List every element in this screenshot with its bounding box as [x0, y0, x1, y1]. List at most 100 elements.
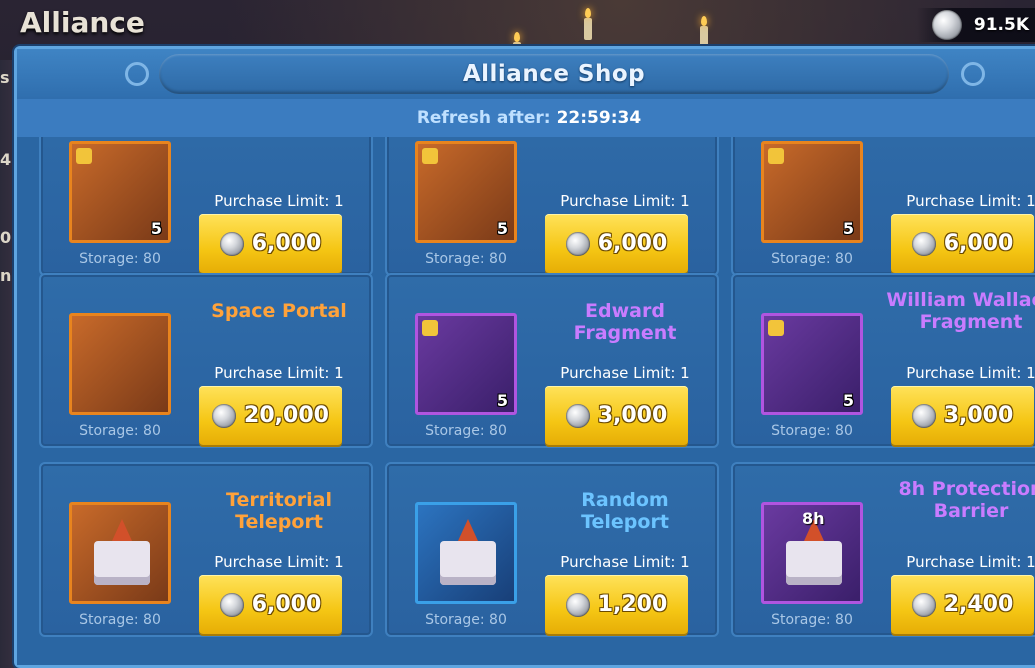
item-name: Space Portal — [211, 300, 347, 322]
shop-item-card[interactable]: 8h Storage: 80 8h Protection Barrier Purcha… — [731, 462, 1035, 637]
buy-button[interactable]: 6,000 — [545, 214, 688, 273]
alliance-credit-coin-icon — [565, 231, 590, 256]
shop-title-bar: Alliance Shop — [159, 54, 949, 94]
shop-item-grid[interactable]: 5Storage: 80FragmentPurchase Limit: 16,0… — [17, 137, 1035, 665]
shop-item-card[interactable]: Storage: 80 Random Teleport Purchase Limit… — [385, 462, 719, 637]
price-value: 6,000 — [597, 231, 668, 256]
price-value: 3,000 — [943, 403, 1014, 428]
puzzle-piece-icon — [422, 320, 438, 336]
purchase-limit: Purchase Limit: 1 — [560, 553, 690, 571]
storage-label: Storage: 80 — [771, 251, 853, 267]
alliance-shop-panel: Alliance Shop Refresh after: 22:59:34 5 S… — [14, 46, 1035, 668]
item-count: 5 — [150, 219, 162, 238]
storage-label: Storage: 80 — [771, 612, 853, 628]
castle-icon — [440, 519, 496, 585]
puzzle-piece-icon — [768, 320, 784, 336]
purchase-limit: Purchase Limit: 1 — [214, 192, 344, 210]
storage-label: Storage: 80 — [79, 251, 161, 267]
buy-button[interactable]: 2,400 — [891, 575, 1034, 634]
buy-button[interactable]: 3,000 — [545, 386, 688, 445]
spartan-helmet-fragment-icon[interactable]: 5 — [415, 141, 517, 243]
refresh-timer: Refresh after: 22:59:34 — [17, 99, 1035, 137]
shop-item-card[interactable]: Storage: 80 Space Portal Purchase Limit: 1… — [39, 273, 373, 448]
item-count: 5 — [842, 391, 854, 410]
shop-item-card[interactable]: 5Storage: 80FragmentPurchase Limit: 16,0… — [731, 137, 1035, 276]
refresh-label: Refresh after: — [416, 108, 551, 128]
page-title: Alliance — [20, 6, 145, 39]
puzzle-piece-icon — [422, 148, 438, 164]
alliance-credit-coin-icon — [911, 592, 936, 617]
ornament-ring-icon — [961, 62, 985, 86]
price-value: 1,200 — [597, 592, 668, 617]
price-value: 20,000 — [244, 403, 329, 428]
storage-label: Storage: 80 — [425, 612, 507, 628]
commander-fragment-icon[interactable]: 5 — [761, 141, 863, 243]
alliance-credit-coin-icon — [931, 10, 962, 40]
item-name: Random Teleport — [581, 489, 669, 533]
shop-item-card[interactable]: 5Storage: 80FragmentPurchase Limit: 16,0… — [39, 137, 373, 276]
currency-value: 91.5K — [973, 15, 1029, 35]
item-count: 5 — [496, 391, 508, 410]
item-name: William Wallace Fragment — [886, 289, 1035, 333]
shop-item-card[interactable]: 5 Storage: 80 William Wallace Fragment Purc… — [731, 273, 1035, 448]
item-name: Territorial Teleport — [226, 489, 332, 533]
buy-button[interactable]: 6,000 — [199, 575, 342, 634]
item-count: 5 — [842, 219, 854, 238]
price-value: 6,000 — [943, 231, 1014, 256]
purchase-limit: Purchase Limit: 1 — [560, 364, 690, 382]
random-teleport-icon[interactable] — [415, 502, 517, 604]
purchase-limit: Purchase Limit: 1 — [214, 553, 344, 571]
purchase-limit: Purchase Limit: 1 — [906, 364, 1035, 382]
purchase-limit: Purchase Limit: 1 — [906, 192, 1035, 210]
territorial-teleport-icon[interactable] — [69, 502, 171, 604]
item-count: 5 — [496, 219, 508, 238]
alliance-credit-coin-icon — [911, 231, 936, 256]
alliance-credit-coin-icon — [212, 403, 237, 428]
buy-button[interactable]: 20,000 — [199, 386, 342, 445]
shop-item-card[interactable]: 5 Storage: 80 Edward Fragment Purchase Limi… — [385, 273, 719, 448]
shop-item-card[interactable]: Storage: 80 Territorial Teleport Purchase … — [39, 462, 373, 637]
space-portal-icon[interactable] — [69, 313, 171, 415]
alliance-credit-coin-icon — [219, 231, 244, 256]
currency-display: 91.5K — [917, 8, 1035, 42]
buy-button[interactable]: 1,200 — [545, 575, 688, 634]
shop-title: Alliance Shop — [462, 61, 646, 87]
candle-icon — [584, 8, 592, 40]
purchase-limit: Purchase Limit: 1 — [906, 553, 1035, 571]
william-wallace-fragment-icon[interactable]: 5 — [761, 313, 863, 415]
buy-button[interactable]: 6,000 — [891, 214, 1034, 273]
alliance-credit-coin-icon — [565, 592, 590, 617]
strip-text: n — [0, 266, 12, 285]
protection-barrier-icon[interactable]: 8h — [761, 502, 863, 604]
price-value: 6,000 — [251, 592, 322, 617]
item-name: Edward Fragment — [573, 300, 677, 344]
alliance-credit-coin-icon — [565, 403, 590, 428]
ornament-ring-icon — [125, 62, 149, 86]
price-value: 6,000 — [251, 231, 322, 256]
buy-button[interactable]: 6,000 — [199, 214, 342, 273]
price-value: 2,400 — [943, 592, 1014, 617]
castle-icon — [786, 519, 842, 585]
shop-item-card[interactable]: 5 Storage: 80 Purchase Limit: 1 6,000 — [385, 137, 719, 276]
item-name: 8h Protection Barrier — [898, 478, 1035, 522]
price-value: 3,000 — [597, 403, 668, 428]
alliance-credit-coin-icon — [219, 592, 244, 617]
storage-label: Storage: 80 — [425, 251, 507, 267]
storage-label: Storage: 80 — [79, 423, 161, 439]
puzzle-piece-icon — [768, 148, 784, 164]
puzzle-piece-icon — [76, 148, 92, 164]
purchase-limit: Purchase Limit: 1 — [214, 364, 344, 382]
alliance-credit-coin-icon — [911, 403, 936, 428]
castle-icon — [94, 519, 150, 585]
edward-fragment-icon[interactable]: 5 — [415, 313, 517, 415]
candle-icon — [700, 16, 708, 48]
buy-button[interactable]: 3,000 — [891, 386, 1034, 445]
storage-label: Storage: 80 — [771, 423, 853, 439]
storage-label: Storage: 80 — [79, 612, 161, 628]
purchase-limit: Purchase Limit: 1 — [560, 192, 690, 210]
refresh-time: 22:59:34 — [556, 108, 642, 128]
commander-fragment-icon[interactable]: 5 — [69, 141, 171, 243]
panel-header: Alliance Shop — [17, 49, 1035, 99]
duration-badge: 8h — [802, 509, 825, 528]
storage-label: Storage: 80 — [425, 423, 507, 439]
